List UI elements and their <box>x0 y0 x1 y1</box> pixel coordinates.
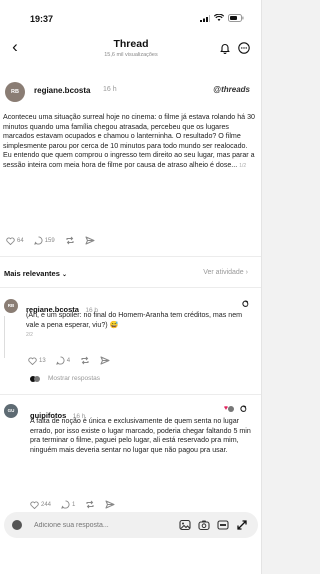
repost-button[interactable] <box>65 236 75 245</box>
comment-button[interactable]: 159 <box>33 236 55 245</box>
avatar <box>12 520 22 530</box>
sort-row: Mais relevantes ⌄ Ver atividade › <box>0 268 261 280</box>
main-post: RB regiane.bcosta 16 h @threads Acontece… <box>0 78 261 169</box>
reply-actions: 244 1 <box>30 500 115 509</box>
camera-icon[interactable] <box>198 519 210 531</box>
post-username[interactable]: regiane.bcosta <box>34 86 90 95</box>
post-text: Aconteceu uma situação surreal hoje no c… <box>3 113 256 171</box>
like-count: 13 <box>39 357 46 364</box>
repost-button[interactable] <box>80 356 90 365</box>
comment-button[interactable]: 4 <box>55 356 71 365</box>
comment-icon <box>55 356 65 365</box>
post-time: 16 h <box>103 86 117 93</box>
heart-icon <box>30 500 39 509</box>
page-indicator: 2/2 <box>26 332 33 338</box>
post-text-content: Aconteceu uma situação surreal hoje no c… <box>3 113 255 169</box>
divider <box>0 394 261 395</box>
show-replies-label: Mostrar respostas <box>48 375 101 382</box>
chevron-right-icon: › <box>245 269 248 276</box>
battery-icon <box>228 14 244 22</box>
threads-thread-icon <box>242 300 249 307</box>
like-count: 64 <box>17 237 24 244</box>
composer-tools <box>179 519 248 531</box>
threads-brand: threads <box>221 85 250 94</box>
comment-count: 1 <box>72 501 76 508</box>
comment-button[interactable]: 1 <box>61 500 75 509</box>
send-icon <box>105 500 115 509</box>
comment-icon <box>61 500 70 509</box>
status-time: 19:37 <box>30 14 54 24</box>
like-button[interactable]: 13 <box>28 356 46 365</box>
author-avatar-badge <box>228 405 234 412</box>
like-count: 244 <box>41 501 52 508</box>
avatar[interactable]: GU <box>4 404 18 418</box>
thread-line <box>4 316 5 358</box>
repost-button[interactable] <box>85 500 95 509</box>
reply-badges: ♥ <box>224 404 248 413</box>
reply-composer <box>4 512 258 538</box>
reply-item: RB regiane.bcosta 16 h (Ah, e um spoiler… <box>0 294 261 390</box>
reply-input[interactable] <box>34 519 154 531</box>
view-activity-label: Ver atividade <box>203 269 244 276</box>
sort-dropdown[interactable]: Mais relevantes ⌄ <box>4 269 67 278</box>
divider <box>0 287 261 288</box>
threads-thread-icon <box>240 405 247 412</box>
share-button[interactable] <box>85 236 95 245</box>
like-button[interactable]: 244 <box>30 500 52 509</box>
divider <box>0 256 261 257</box>
avatar <box>34 375 40 382</box>
page-indicator: 1/2 <box>239 162 247 169</box>
thread-screen: 19:37 ‹ Thread 15,6 mil visualizações RB… <box>0 0 262 574</box>
bell-icon[interactable] <box>219 42 231 54</box>
reply-text-content: A falta de noção é única e exclusivament… <box>30 417 251 454</box>
comment-count: 4 <box>66 357 71 364</box>
reply-text: A falta de noção é única e exclusivament… <box>30 417 252 455</box>
show-replies-link[interactable]: Mostrar respostas <box>30 375 100 382</box>
repost-icon <box>86 500 94 509</box>
status-bar: 19:37 <box>0 0 261 30</box>
reply-text-content: (Ah, e um spoiler: no final do Homem-Ara… <box>26 311 243 329</box>
repost-icon <box>81 356 89 365</box>
threads-at-icon: @ <box>213 85 222 94</box>
share-button[interactable] <box>100 356 110 365</box>
more-options-icon[interactable] <box>238 42 250 54</box>
thread-header: ‹ Thread 15,6 mil visualizações <box>0 32 261 66</box>
avatar[interactable]: RB <box>5 82 25 102</box>
heart-icon <box>28 356 37 365</box>
post-header: RB regiane.bcosta 16 h @threads <box>0 78 261 102</box>
comment-count: 159 <box>44 237 55 244</box>
reply-avatars <box>30 375 40 382</box>
header-actions <box>219 42 250 54</box>
signal-icon <box>200 14 210 22</box>
send-icon <box>85 236 95 245</box>
status-icons <box>200 14 244 22</box>
chevron-down-icon: ⌄ <box>61 272 67 278</box>
expand-icon[interactable] <box>236 519 248 531</box>
reply-text: (Ah, e um spoiler: no final do Homem-Ara… <box>26 311 252 341</box>
reply-item: GU guipifotos 16 h ♥ A falta de noção é … <box>0 403 261 511</box>
comment-icon <box>33 236 43 245</box>
share-button[interactable] <box>105 500 115 509</box>
avatar[interactable]: RB <box>4 299 18 313</box>
threads-logo: @threads <box>213 85 250 94</box>
post-actions: 64 159 <box>6 236 95 245</box>
sort-label: Mais relevantes <box>4 269 60 278</box>
repost-icon <box>66 236 74 245</box>
like-button[interactable]: 64 <box>6 236 24 245</box>
reply-actions: 13 4 <box>28 356 110 365</box>
heart-icon <box>6 236 15 245</box>
gif-icon[interactable] <box>217 519 229 531</box>
wifi-icon <box>214 14 224 21</box>
view-activity-link[interactable]: Ver atividade › <box>203 269 248 276</box>
send-icon <box>100 356 110 365</box>
image-icon[interactable] <box>179 519 191 531</box>
